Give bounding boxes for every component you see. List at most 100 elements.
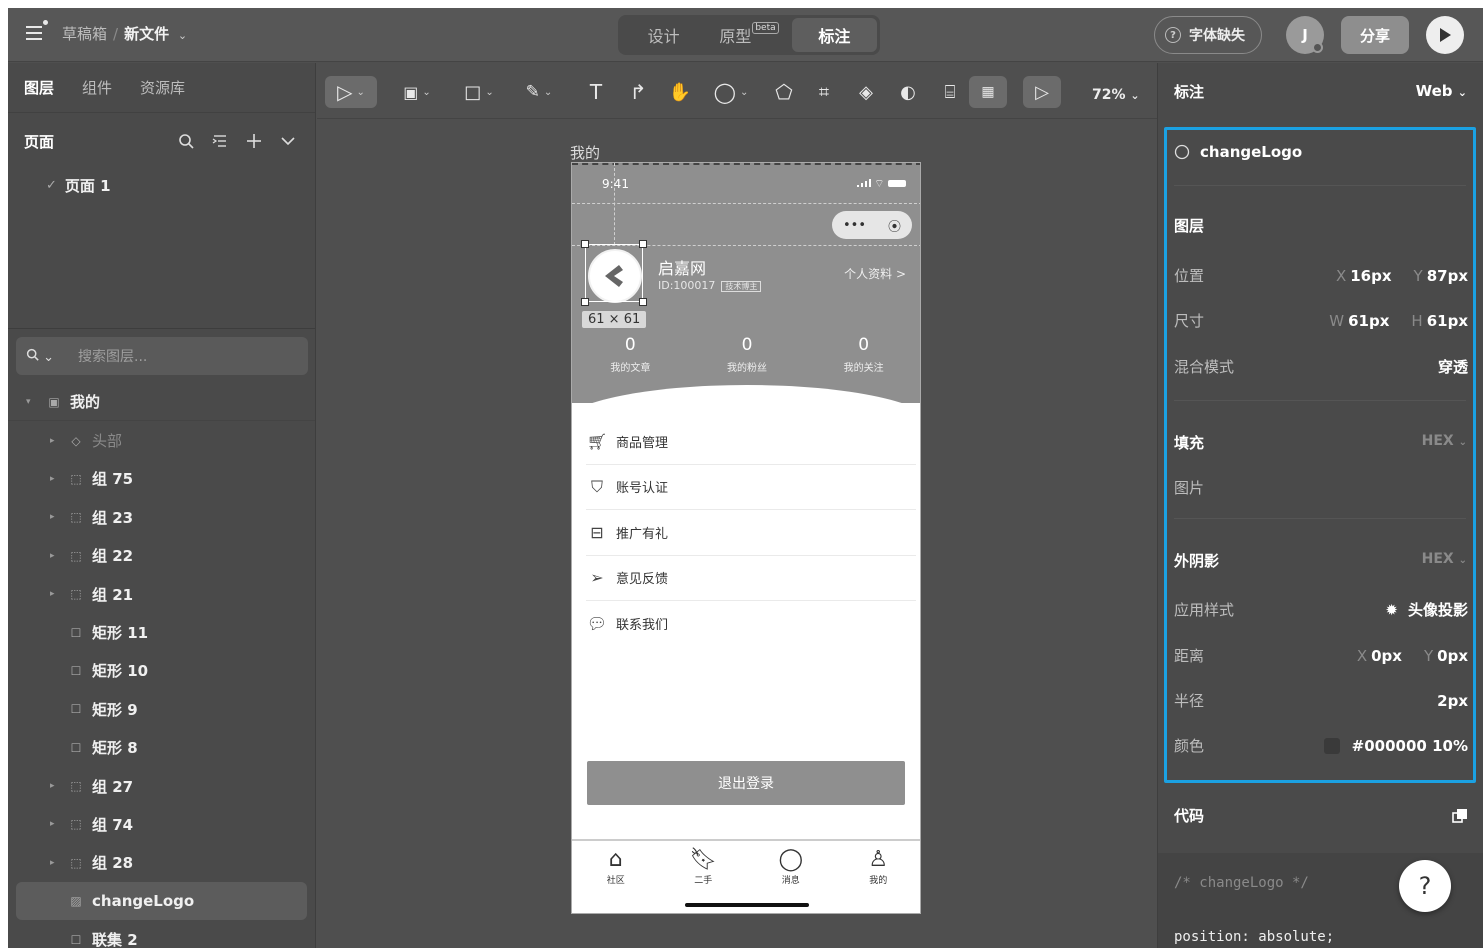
tab-annotate[interactable]: 标注	[791, 18, 877, 52]
radius-value[interactable]: 2px	[1437, 692, 1468, 710]
logout-button[interactable]: 退出登录	[587, 761, 905, 805]
layer-row[interactable]: ▨ changeLogo	[16, 882, 307, 921]
dx-value: 0px	[1371, 646, 1402, 665]
help-button[interactable]: ?	[1399, 860, 1451, 912]
chevron-down-icon[interactable]: ⌄	[178, 29, 187, 42]
layer-row[interactable]: ☐ 矩形 8	[8, 729, 315, 767]
tab-prototype[interactable]: 原型 beta	[706, 18, 791, 52]
text-tool-button[interactable]: T	[581, 76, 611, 108]
add-page-icon[interactable]	[243, 130, 265, 152]
layer-row[interactable]: ▸ ⬚ 组 21	[8, 575, 315, 613]
menu-item-contact[interactable]: 💬︎ 联系我们	[586, 601, 916, 647]
polygon-tool-button[interactable]: ⬠	[769, 76, 799, 108]
page-item[interactable]: ✓ 页面 1	[8, 169, 315, 201]
caret-right-icon[interactable]: ▸	[50, 551, 60, 561]
tab-assets[interactable]: 资源库	[140, 77, 185, 98]
resize-handle[interactable]	[639, 240, 647, 248]
stat-following[interactable]: 0 我的关注	[805, 335, 920, 374]
tab-community[interactable]: ⌂ 社区	[572, 847, 660, 913]
mask-tool-button[interactable]: ◐	[893, 76, 923, 108]
rectangle-tool-button[interactable]: □ ⌄	[457, 76, 501, 108]
group-icon: ⬚	[70, 779, 82, 794]
stats-row: 0 我的文章 0 我的粉丝 0 我的关注	[572, 335, 920, 374]
caret-right-icon[interactable]: ▸	[50, 819, 60, 829]
miniprogram-capsule[interactable]: ••• ⦿	[832, 211, 912, 239]
menu-item-verify[interactable]: ⛉ 账号认证	[586, 465, 916, 510]
menu-item-feedback[interactable]: ➢ 意见反馈	[586, 556, 916, 601]
phone-frame[interactable]: 9:41 ⌔ ••• ⦿ 61 × 61 启嘉网 ID:100017 技术博主	[571, 162, 921, 914]
component-tool-button[interactable]: ◈	[851, 76, 881, 108]
search-icon[interactable]	[175, 130, 197, 152]
profile-link[interactable]: 个人资料 >	[844, 265, 906, 282]
layer-row[interactable]: ▸ ⬚ 组 22	[8, 537, 315, 575]
tab-components[interactable]: 组件	[82, 77, 112, 98]
layer-row[interactable]: ☐ 矩形 10	[8, 652, 315, 690]
frame-label[interactable]: 我的	[570, 142, 600, 163]
resize-handle[interactable]	[581, 240, 589, 248]
layer-row[interactable]: ☐ 联集 2	[8, 920, 315, 948]
hamburger-menu-icon[interactable]	[26, 20, 48, 40]
inspector-panel: 标注 Web ⌄ changeLogo 图层 位置 X 16px Y 87px 尺寸 …	[1157, 63, 1483, 948]
platform-select[interactable]: Web ⌄	[1416, 82, 1467, 100]
distance-value[interactable]: X 0px Y 0px	[1357, 647, 1468, 665]
file-name[interactable]: 新文件	[124, 25, 169, 43]
blend-value[interactable]: 穿透	[1438, 356, 1468, 377]
resize-handle[interactable]	[581, 298, 589, 306]
tab-mine[interactable]: ♙ 我的	[835, 847, 921, 913]
layer-row[interactable]: ▸ ⬚ 组 28	[8, 844, 315, 882]
menu-item-referral[interactable]: ⊟ 推广有礼	[586, 510, 916, 556]
layer-root[interactable]: ▾ ▣ 我的	[8, 383, 315, 422]
grid-toggle-button[interactable]: ▦	[969, 76, 1007, 108]
size-value[interactable]: W 61px H 61px	[1329, 312, 1468, 330]
caret-right-icon[interactable]: ▸	[50, 781, 60, 791]
breadcrumb-drafts[interactable]: 草稿箱	[62, 25, 107, 43]
caret-right-icon[interactable]: ▸	[50, 858, 60, 868]
caret-right-icon[interactable]: ▸	[50, 512, 60, 522]
hand-tool-button[interactable]: ✋	[665, 76, 695, 108]
distance-label: 距离	[1174, 647, 1205, 665]
move-tool-button[interactable]: ▷ ⌄	[325, 76, 377, 108]
menu-item-products[interactable]: 🛒︎ 商品管理	[586, 419, 916, 465]
layer-row[interactable]: ▸ ⬚ 组 27	[8, 767, 315, 805]
font-missing-button[interactable]: ? 字体缺失	[1154, 16, 1262, 54]
resize-handle[interactable]	[639, 298, 647, 306]
caret-right-icon[interactable]: ▸	[50, 589, 60, 599]
sort-icon[interactable]	[209, 130, 231, 152]
more-icon[interactable]: •••	[843, 218, 866, 233]
pen-tool-button[interactable]: ✎ ⌄	[517, 76, 561, 108]
color-value[interactable]: #000000 10%	[1323, 737, 1468, 755]
avatar[interactable]: J	[1286, 16, 1324, 54]
layer-row[interactable]: ▸ ◇ 头部	[8, 421, 315, 459]
layer-row[interactable]: ☐ 矩形 9	[8, 690, 315, 728]
tab-design[interactable]: 设计	[621, 18, 706, 52]
layer-row[interactable]: ▸ ⬚ 组 74	[8, 805, 315, 843]
collapse-icon[interactable]	[277, 130, 299, 152]
canvas[interactable]: 我的 9:41 ⌔ ••• ⦿ 61 × 61 启嘉网 ID:100017 技术…	[317, 120, 1157, 948]
fill-format-select[interactable]: HEX ⌄	[1422, 433, 1467, 449]
caret-right-icon[interactable]: ▸	[50, 436, 60, 446]
layer-row[interactable]: ▸ ⬚ 组 75	[8, 460, 315, 498]
zoom-select[interactable]: 72% ⌄	[1092, 87, 1140, 103]
share-button[interactable]: 分享	[1341, 16, 1409, 54]
layer-row[interactable]: ☐ 矩形 11	[8, 613, 315, 651]
transform-tool-button[interactable]: ⌗	[809, 76, 839, 108]
style-value[interactable]: ✹ 头像投影	[1385, 599, 1468, 620]
layer-search-input[interactable]: ⌄ 搜索图层...	[16, 337, 308, 375]
frame-icon: ▣	[48, 394, 60, 409]
layer-row[interactable]: ▸ ⬚ 组 23	[8, 498, 315, 536]
copy-icon[interactable]	[1452, 808, 1468, 824]
target-icon[interactable]: ⦿	[888, 216, 901, 235]
crop-tool-button[interactable]: ⌸	[935, 76, 965, 108]
stat-fans[interactable]: 0 我的粉丝	[689, 335, 806, 374]
caret-right-icon[interactable]: ▸	[50, 474, 60, 484]
tab-layers[interactable]: 图层	[24, 77, 54, 98]
position-value[interactable]: X 16px Y 87px	[1336, 267, 1468, 285]
prototype-toggle-button[interactable]: ▷	[1023, 76, 1061, 108]
shape-tool-button[interactable]: ◯ ⌄	[709, 76, 753, 108]
caret-down-icon[interactable]: ▾	[26, 397, 36, 407]
connector-tool-button[interactable]: ↱	[623, 76, 653, 108]
play-button[interactable]	[1426, 16, 1464, 54]
stat-articles[interactable]: 0 我的文章	[572, 335, 689, 374]
frame-tool-button[interactable]: ▣ ⌄	[395, 76, 439, 108]
shadow-format-select[interactable]: HEX ⌄	[1422, 551, 1467, 567]
